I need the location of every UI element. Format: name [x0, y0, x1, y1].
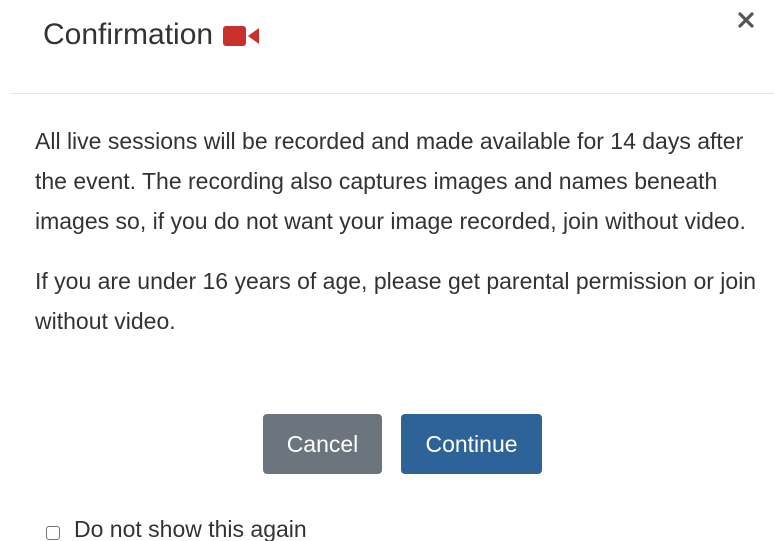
header-divider [10, 93, 774, 94]
dont-show-again-checkbox[interactable] [46, 526, 60, 540]
recording-notice-text: All live sessions will be recorded and m… [35, 128, 746, 234]
continue-button[interactable]: Continue [401, 414, 542, 474]
cancel-button[interactable]: Cancel [263, 414, 382, 474]
confirmation-dialog: Confirmation All live sessions will be r… [0, 0, 774, 541]
age-notice-text: If you are under 16 years of age, please… [35, 268, 757, 334]
dialog-body: All live sessions will be recorded and m… [35, 121, 765, 341]
dont-show-again-label: Do not show this again [74, 516, 307, 541]
close-icon [738, 11, 754, 33]
close-button[interactable] [734, 10, 758, 34]
dialog-title-text: Confirmation [43, 18, 214, 51]
dialog-actions: Cancel Continue [0, 414, 774, 474]
dont-show-again-option[interactable]: Do not show this again [46, 515, 307, 541]
video-camera-icon [223, 25, 260, 47]
dialog-header: Confirmation [0, 0, 774, 94]
dialog-title: Confirmation [43, 17, 260, 53]
